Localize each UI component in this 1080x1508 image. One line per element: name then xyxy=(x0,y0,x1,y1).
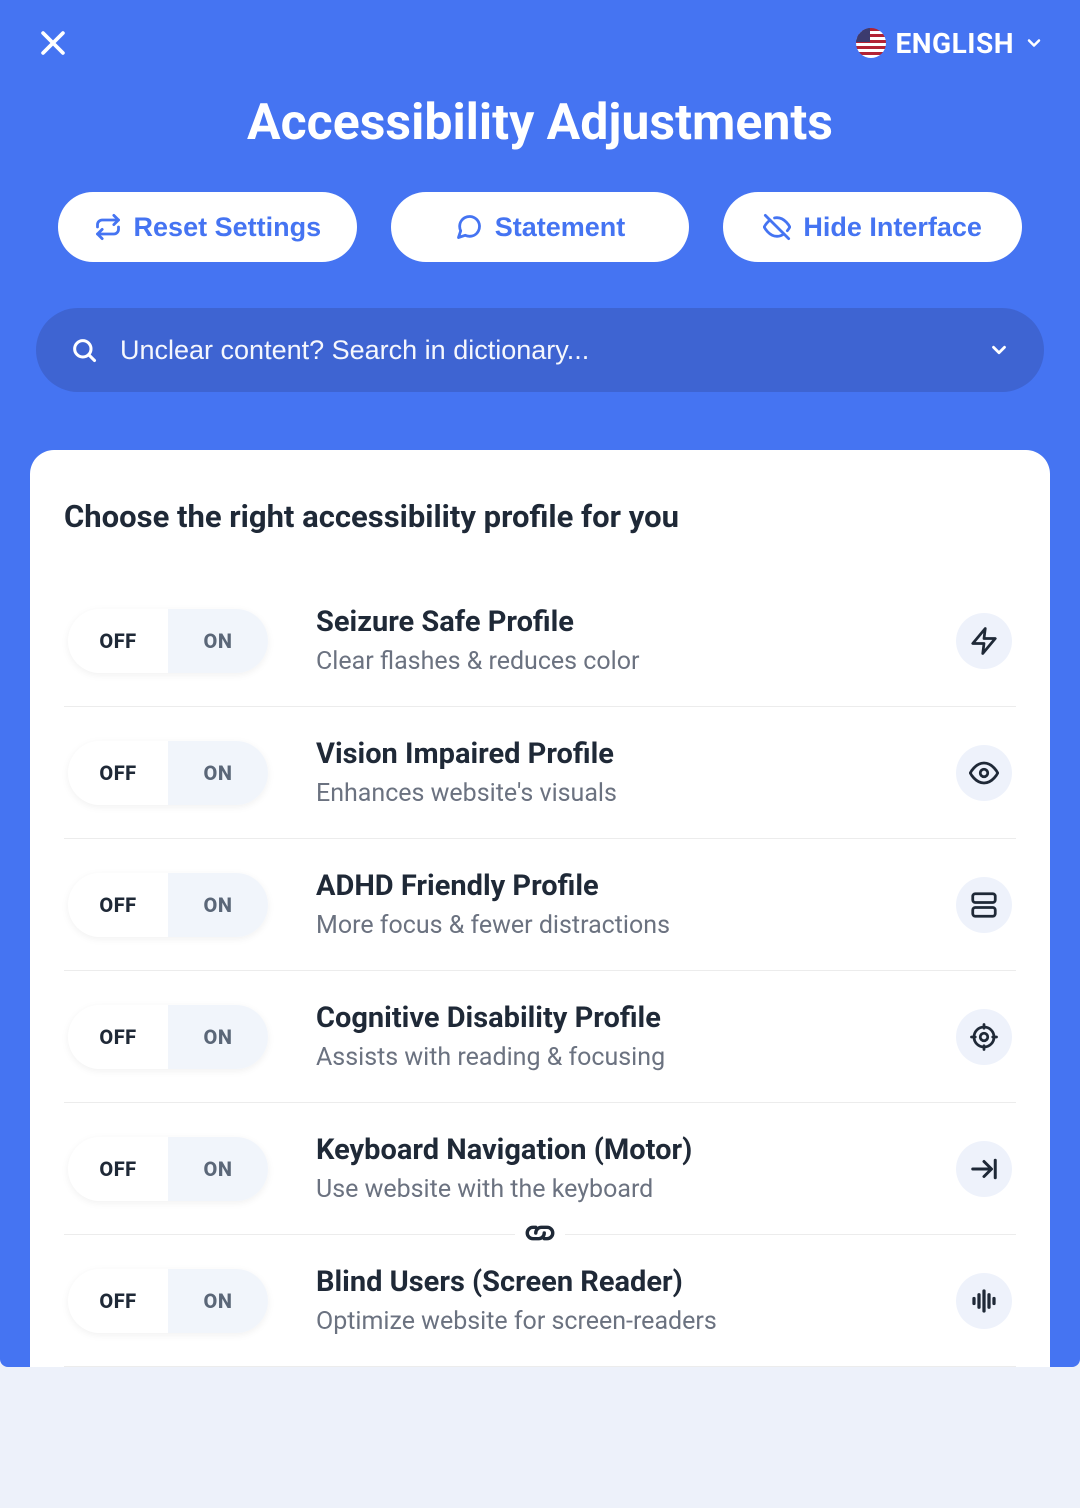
statement-label: Statement xyxy=(495,212,626,243)
hide-icon xyxy=(763,213,791,241)
profile-text: Keyboard Navigation (Motor) Use website … xyxy=(316,1133,908,1204)
profile-title: Keyboard Navigation (Motor) xyxy=(316,1133,908,1167)
profile-text: ADHD Friendly Profile More focus & fewer… xyxy=(316,869,908,940)
profile-description: More focus & fewer distractions xyxy=(316,911,908,940)
profile-toggle[interactable]: OFF ON xyxy=(68,873,268,937)
split-icon xyxy=(956,877,1012,933)
bolt-icon xyxy=(956,613,1012,669)
profile-description: Use website with the keyboard xyxy=(316,1175,908,1204)
chevron-down-icon xyxy=(988,339,1010,361)
toggle-off-label: OFF xyxy=(68,893,168,917)
profile-row: OFF ON ADHD Friendly Profile More focus … xyxy=(64,839,1016,971)
profile-toggle[interactable]: OFF ON xyxy=(68,741,268,805)
profile-title: Vision Impaired Profile xyxy=(316,737,908,771)
action-row: Reset Settings Statement Hide Interface xyxy=(0,192,1080,308)
close-icon[interactable] xyxy=(36,26,70,60)
profile-toggle[interactable]: OFF ON xyxy=(68,609,268,673)
toggle-off-label: OFF xyxy=(68,1289,168,1313)
dictionary-search[interactable] xyxy=(36,308,1044,392)
search-input[interactable] xyxy=(120,335,966,366)
profile-toggle[interactable]: OFF ON xyxy=(68,1005,268,1069)
profile-description: Enhances website's visuals xyxy=(316,779,908,808)
topbar: ENGLISH xyxy=(0,0,1080,68)
statement-icon xyxy=(455,213,483,241)
toggle-off-label: OFF xyxy=(68,1025,168,1049)
profile-title: Blind Users (Screen Reader) xyxy=(316,1265,908,1299)
language-label: ENGLISH xyxy=(896,27,1014,60)
profile-title: Seizure Safe Profile xyxy=(316,605,908,639)
profile-toggle[interactable]: OFF ON xyxy=(68,1137,268,1201)
reset-label: Reset Settings xyxy=(134,212,322,243)
tab-icon xyxy=(956,1141,1012,1197)
profile-toggle[interactable]: OFF ON xyxy=(68,1269,268,1333)
profile-text: Blind Users (Screen Reader) Optimize web… xyxy=(316,1265,908,1336)
sound-icon xyxy=(956,1273,1012,1329)
us-flag-icon xyxy=(856,28,886,58)
toggle-on-label: ON xyxy=(168,761,268,785)
target-icon xyxy=(956,1009,1012,1065)
panel-title: Accessibility Adjustments xyxy=(0,68,1080,192)
profiles-card: Choose the right accessibility profile f… xyxy=(30,450,1050,1367)
reset-icon xyxy=(94,213,122,241)
profile-text: Cognitive Disability Profile Assists wit… xyxy=(316,1001,908,1072)
chevron-down-icon xyxy=(1024,33,1044,53)
toggle-on-label: ON xyxy=(168,1289,268,1313)
profile-description: Optimize website for screen-readers xyxy=(316,1307,908,1336)
profile-row: OFF ON Blind Users (Screen Reader) Optim… xyxy=(64,1235,1016,1367)
profile-row: OFF ON Cognitive Disability Profile Assi… xyxy=(64,971,1016,1103)
language-selector[interactable]: ENGLISH xyxy=(856,27,1044,60)
reset-settings-button[interactable]: Reset Settings xyxy=(58,192,357,262)
profiles-list: OFF ON Seizure Safe Profile Clear flashe… xyxy=(64,579,1016,1367)
toggle-off-label: OFF xyxy=(68,761,168,785)
toggle-on-label: ON xyxy=(168,1025,268,1049)
toggle-on-label: ON xyxy=(168,893,268,917)
profile-description: Assists with reading & focusing xyxy=(316,1043,908,1072)
toggle-off-label: OFF xyxy=(68,1157,168,1181)
card-heading: Choose the right accessibility profile f… xyxy=(64,498,1016,535)
profile-row: OFF ON Keyboard Navigation (Motor) Use w… xyxy=(64,1103,1016,1235)
toggle-on-label: ON xyxy=(168,629,268,653)
hide-interface-button[interactable]: Hide Interface xyxy=(723,192,1022,262)
profile-title: ADHD Friendly Profile xyxy=(316,869,908,903)
eye-icon xyxy=(956,745,1012,801)
toggle-on-label: ON xyxy=(168,1157,268,1181)
profile-text: Vision Impaired Profile Enhances website… xyxy=(316,737,908,808)
profile-text: Seizure Safe Profile Clear flashes & red… xyxy=(316,605,908,676)
profile-description: Clear flashes & reduces color xyxy=(316,647,908,676)
toggle-off-label: OFF xyxy=(68,629,168,653)
search-icon xyxy=(70,336,98,364)
hide-label: Hide Interface xyxy=(803,212,982,243)
profile-row: OFF ON Seizure Safe Profile Clear flashe… xyxy=(64,579,1016,707)
accessibility-panel: ENGLISH Accessibility Adjustments Reset … xyxy=(0,0,1080,1367)
profile-title: Cognitive Disability Profile xyxy=(316,1001,908,1035)
statement-button[interactable]: Statement xyxy=(391,192,690,262)
profile-row: OFF ON Vision Impaired Profile Enhances … xyxy=(64,707,1016,839)
